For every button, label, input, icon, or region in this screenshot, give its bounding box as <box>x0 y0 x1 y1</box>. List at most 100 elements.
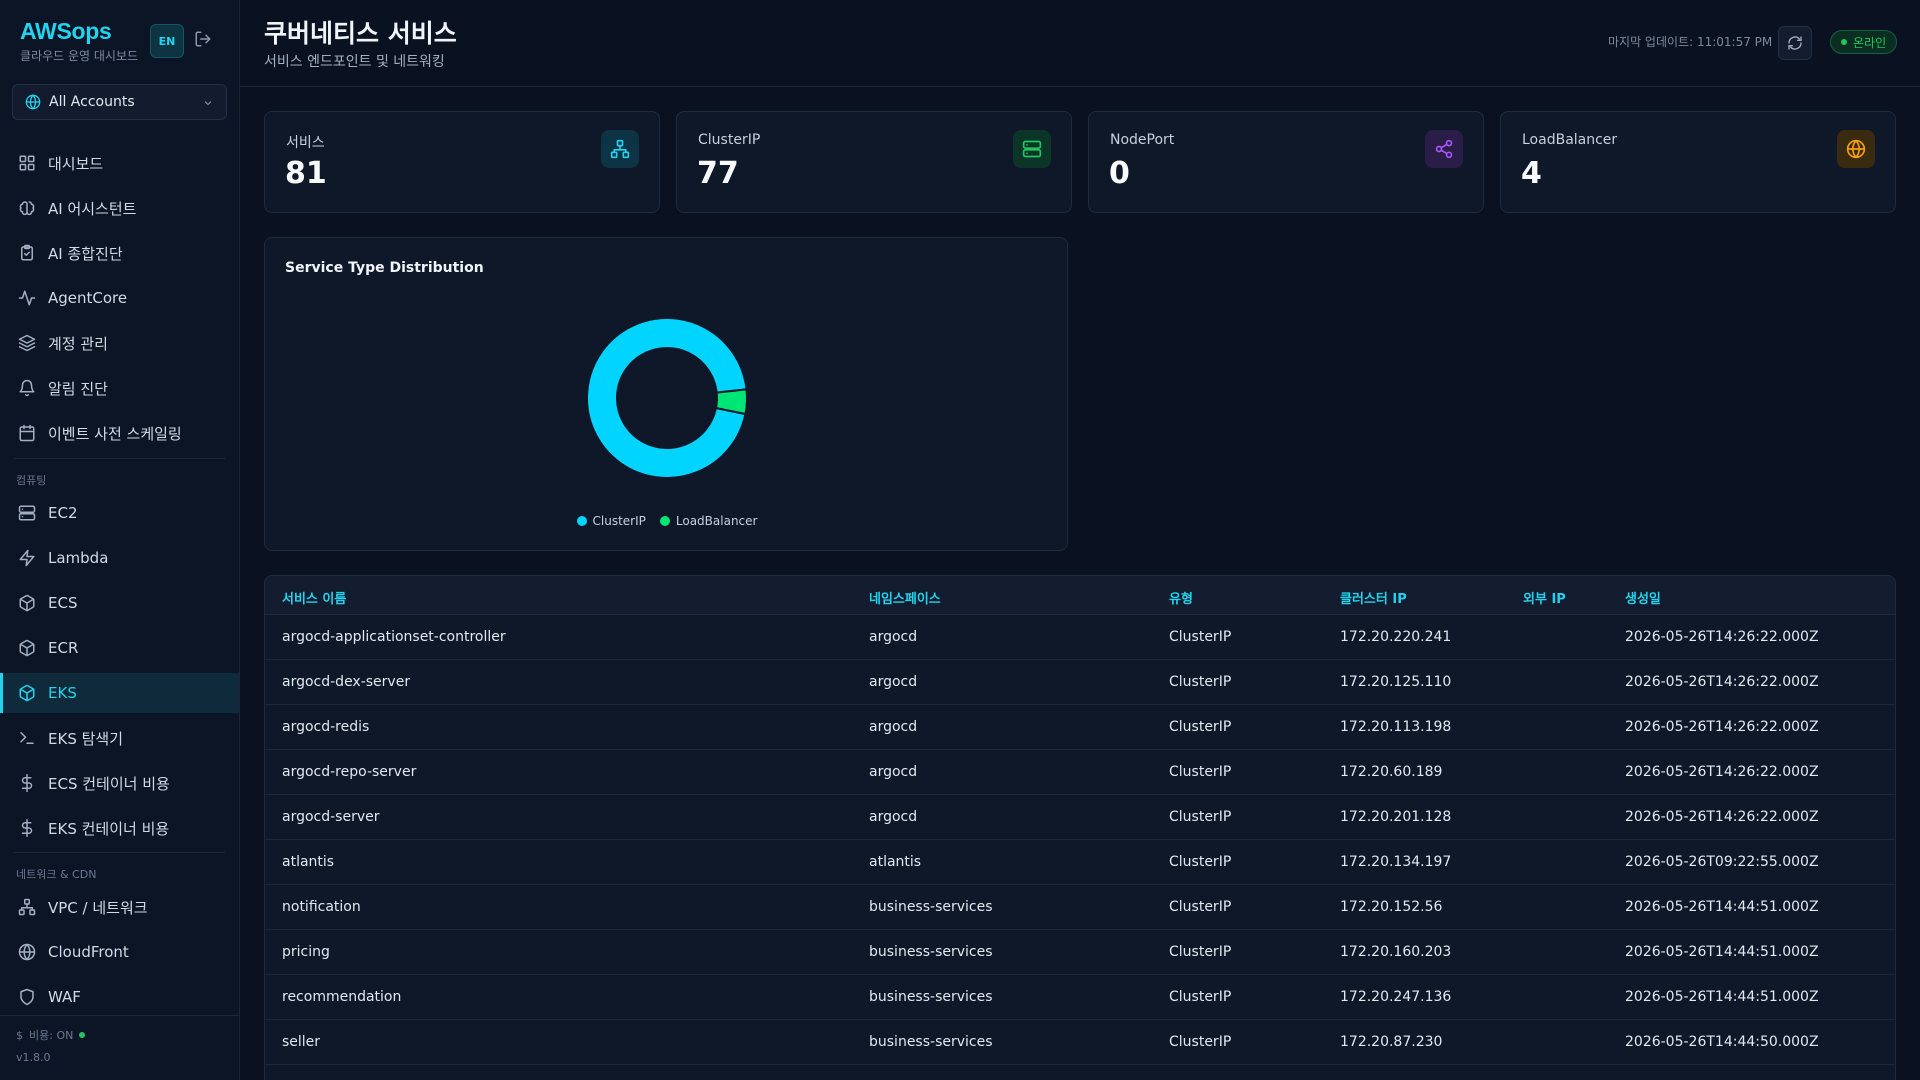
chart-legend: ClusterIP LoadBalancer <box>265 514 1069 528</box>
sidebar-item-ecs-컨테이너-비용[interactable]: ECS 컨테이너 비용 <box>0 763 239 803</box>
table-row[interactable]: seller business-services ClusterIP 172.20.8… <box>265 1020 1895 1065</box>
stat-value: 4 <box>1521 156 1542 191</box>
legend-swatch <box>576 516 587 526</box>
cell-created-at: 2026-05-26T14:44:51.000Z <box>1625 944 1819 960</box>
stat-icon-box <box>1013 130 1051 168</box>
column-header-namespace[interactable]: 네임스페이스 <box>869 588 941 607</box>
cost-status-label: 비용: ON <box>29 1029 74 1042</box>
sidebar: AWSops 클라우드 운영 대시보드 EN All Accounts 대시보드… <box>0 0 240 1080</box>
column-header-external-ip[interactable]: 외부 IP <box>1523 588 1566 607</box>
cell-namespace: business-services <box>869 989 993 1005</box>
sidebar-item-대시보드[interactable]: 대시보드 <box>0 143 239 183</box>
sidebar-item-label: EKS 탐색기 <box>48 729 124 748</box>
sidebar-item-계정-관리[interactable]: 계정 관리 <box>0 323 239 363</box>
cell-type: ClusterIP <box>1169 944 1232 960</box>
chevron-down-icon <box>204 101 212 106</box>
cell-service-name: atlantis <box>282 854 335 870</box>
sidebar-item-cloudfront[interactable]: CloudFront <box>0 932 239 972</box>
cell-type: ClusterIP <box>1169 899 1232 915</box>
column-header-type[interactable]: 유형 <box>1169 588 1193 607</box>
box-icon <box>19 639 35 657</box>
bell-icon <box>19 379 35 397</box>
refresh-button[interactable] <box>1778 26 1812 60</box>
column-header-created-at[interactable]: 생성일 <box>1625 588 1661 607</box>
cell-service-name: argocd-dex-server <box>282 674 411 690</box>
server-icon <box>18 505 36 521</box>
stat-value: 81 <box>285 156 327 191</box>
stat-label: ClusterIP <box>698 132 761 148</box>
zap-icon <box>19 549 35 567</box>
status-dot <box>1841 39 1847 45</box>
cell-namespace: business-services <box>869 899 993 915</box>
cell-type: ClusterIP <box>1169 719 1232 735</box>
cell-cluster-ip: 172.20.113.198 <box>1340 719 1452 735</box>
account-select[interactable]: All Accounts <box>12 84 227 120</box>
donut-chart <box>586 317 748 479</box>
sidebar-item-ai-어시스턴트[interactable]: AI 어시스턴트 <box>0 188 239 228</box>
legend-item-clusterip: ClusterIP <box>576 514 646 528</box>
dollar-icon <box>21 774 33 792</box>
status-badge: 온라인 <box>1830 30 1898 54</box>
language-toggle-button[interactable]: EN <box>150 24 184 58</box>
table-row[interactable]: argocd-repo-server argocd ClusterIP 172.20.… <box>265 750 1895 795</box>
stat-label: LoadBalancer <box>1522 132 1618 148</box>
cell-created-at: 2026-05-26T09:22:55.000Z <box>1625 854 1819 870</box>
sidebar-item-eks-탐색기[interactable]: EKS 탐색기 <box>0 718 239 758</box>
logout-icon[interactable] <box>194 30 214 50</box>
shield-icon <box>20 988 34 1006</box>
service-type-chart: Service Type Distribution ClusterIP LoadB… <box>264 237 1068 551</box>
sidebar-item-vpc-네트워크[interactable]: VPC / 네트워크 <box>0 887 239 927</box>
sidebar-item-알림-진단[interactable]: 알림 진단 <box>0 368 239 408</box>
cell-type: ClusterIP <box>1169 809 1232 825</box>
cell-service-name: argocd-server <box>282 809 380 825</box>
table-row[interactable]: pricing business-services ClusterIP 172.20.… <box>265 930 1895 975</box>
sidebar-item-이벤트-사전-스케일링[interactable]: 이벤트 사전 스케일링 <box>0 413 239 453</box>
cell-namespace: argocd <box>869 764 918 780</box>
sidebar-item-lambda[interactable]: Lambda <box>0 538 239 578</box>
table-row[interactable]: atlantis atlantis ClusterIP 172.20.134.197 2… <box>265 840 1895 885</box>
activity-icon <box>18 290 36 306</box>
brand-title: AWSops <box>20 18 112 44</box>
sidebar-divider <box>14 852 225 853</box>
cell-cluster-ip: 172.20.60.189 <box>1340 764 1443 780</box>
section-label-network: 네트워크 & CDN <box>16 868 97 881</box>
cell-service-name: argocd-redis <box>282 719 370 735</box>
cell-namespace: atlantis <box>869 854 922 870</box>
stat-icon-box <box>1837 130 1875 168</box>
table-row[interactable]: argocd-applicationset-controller argocd Cl… <box>265 615 1895 660</box>
stat-value: 0 <box>1109 156 1130 191</box>
sidebar-item-ec2[interactable]: EC2 <box>0 493 239 533</box>
account-select-value: All Accounts <box>49 94 135 110</box>
sidebar-item-label: 계정 관리 <box>48 334 108 353</box>
sidebar-item-ecr[interactable]: ECR <box>0 628 239 668</box>
table-row[interactable]: notification business-services ClusterIP 17… <box>265 885 1895 930</box>
sidebar-item-agentcore[interactable]: AgentCore <box>0 278 239 318</box>
column-header-cluster-ip[interactable]: 클러스터 IP <box>1340 588 1407 607</box>
sidebar-item-eks[interactable]: EKS <box>0 673 239 713</box>
column-header-service-name[interactable]: 서비스 이름 <box>282 588 346 607</box>
sidebar-item-waf[interactable]: WAF <box>0 977 239 1017</box>
stat-card-서비스: 서비스 81 <box>264 111 660 213</box>
table-row[interactable]: recommendation business-services ClusterIP… <box>265 975 1895 1020</box>
globe-icon <box>1846 139 1866 159</box>
globe-icon <box>25 94 41 110</box>
sidebar-item-label: 이벤트 사전 스케일링 <box>48 424 182 443</box>
stat-value: 77 <box>697 156 739 191</box>
cell-service-name: recommendation <box>282 989 402 1005</box>
table-row[interactable]: argocd-redis argocd ClusterIP 172.20.113.19… <box>265 705 1895 750</box>
terminal-icon <box>20 732 34 744</box>
sidebar-item-eks-컨테이너-비용[interactable]: EKS 컨테이너 비용 <box>0 808 239 848</box>
sidebar-item-ecs[interactable]: ECS <box>0 583 239 623</box>
table-row[interactable]: argocd-dex-server argocd ClusterIP 172.20.1… <box>265 660 1895 705</box>
layers-icon <box>18 334 36 352</box>
dollar-icon: $ <box>16 1028 23 1042</box>
sidebar-item-ai-종합진단[interactable]: AI 종합진단 <box>0 233 239 273</box>
brand-subtitle: 클라우드 운영 대시보드 <box>20 49 139 63</box>
cell-service-name: argocd-applicationset-controller <box>282 629 506 645</box>
cell-cluster-ip: 172.20.247.136 <box>1340 989 1452 1005</box>
cell-created-at: 2026-05-26T14:26:22.000Z <box>1625 809 1819 825</box>
sidebar-item-label: ECS 컨테이너 비용 <box>48 774 170 793</box>
table-row[interactable]: argocd-server argocd ClusterIP 172.20.201.1… <box>265 795 1895 840</box>
stat-card-nodeport: NodePort 0 <box>1088 111 1484 213</box>
brand: AWSops 클라우드 운영 대시보드 <box>20 18 138 64</box>
